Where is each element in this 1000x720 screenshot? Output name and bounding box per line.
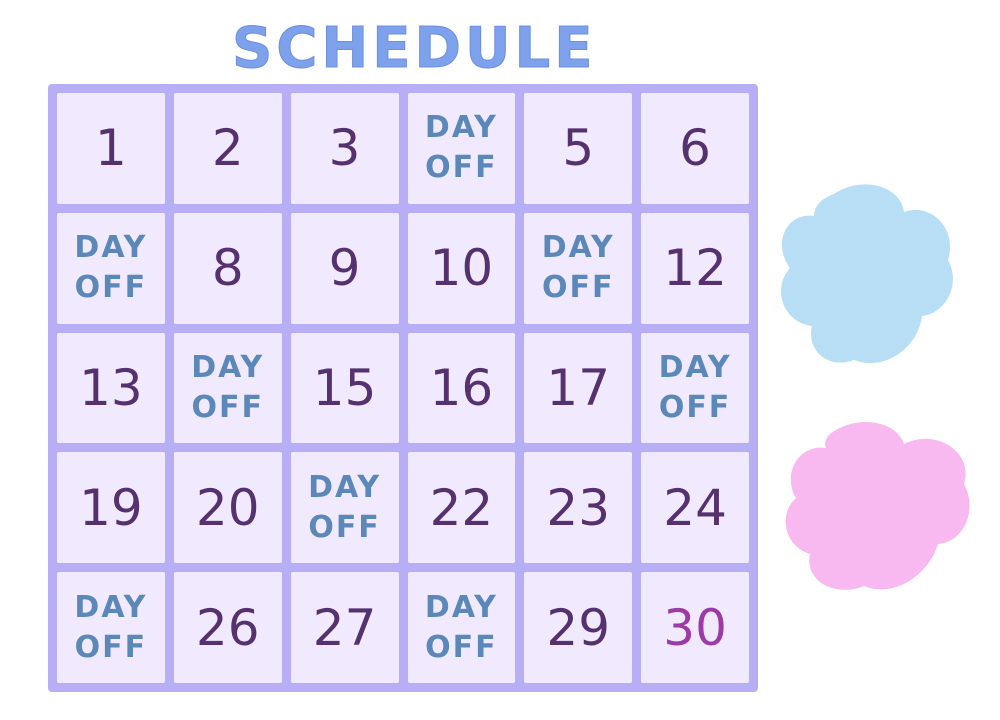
day-off-label: DAY OFF bbox=[308, 469, 382, 545]
pink-color-swatch bbox=[785, 421, 970, 590]
day-number: 6 bbox=[679, 119, 711, 178]
day-number: 10 bbox=[429, 239, 494, 298]
day-off-label: DAY OFF bbox=[658, 349, 732, 425]
day-cell: 19 bbox=[57, 452, 165, 564]
day-cell: 5 bbox=[524, 93, 633, 204]
day-number: 26 bbox=[195, 598, 260, 657]
day-cell: 24 bbox=[641, 452, 749, 564]
day-cell: 16 bbox=[407, 332, 516, 444]
day-number: 9 bbox=[328, 239, 361, 298]
day-cell: 2 bbox=[173, 93, 282, 204]
day-number: 3 bbox=[328, 119, 361, 178]
day-off-cell: DAY OFF bbox=[57, 572, 165, 683]
day-cell: 6 bbox=[641, 93, 749, 204]
schedule-title: SCHEDULE bbox=[232, 16, 597, 82]
day-off-label: DAY OFF bbox=[191, 349, 265, 425]
day-number: 22 bbox=[429, 478, 494, 537]
day-cell: 13 bbox=[57, 332, 165, 444]
day-cell: 8 bbox=[173, 212, 282, 324]
day-number: 2 bbox=[211, 119, 244, 178]
day-off-cell: DAY OFF bbox=[524, 212, 633, 324]
day-cell: 26 bbox=[173, 572, 282, 683]
day-cell: 15 bbox=[290, 332, 399, 444]
day-off-label: DAY OFF bbox=[74, 230, 148, 306]
day-number: 23 bbox=[546, 478, 611, 537]
day-off-cell: DAY OFF bbox=[641, 332, 749, 444]
day-number: 20 bbox=[195, 478, 260, 537]
day-number: 16 bbox=[429, 358, 494, 417]
day-cell: 30 bbox=[641, 572, 749, 683]
day-number: 29 bbox=[546, 598, 611, 657]
day-off-cell: DAY OFF bbox=[407, 572, 516, 683]
day-cell: 9 bbox=[290, 212, 399, 324]
day-number: 24 bbox=[663, 478, 727, 537]
day-number: 12 bbox=[663, 239, 727, 298]
day-cell: 12 bbox=[641, 212, 749, 324]
day-number: 30 bbox=[663, 598, 727, 657]
day-cell: 29 bbox=[524, 572, 633, 683]
day-number: 13 bbox=[79, 358, 143, 417]
day-number: 8 bbox=[211, 239, 244, 298]
day-cell: 1 bbox=[57, 93, 165, 204]
day-off-cell: DAY OFF bbox=[173, 332, 282, 444]
day-cell: 3 bbox=[290, 93, 399, 204]
day-off-label: DAY OFF bbox=[74, 589, 148, 665]
blue-color-swatch bbox=[781, 184, 953, 364]
day-number: 27 bbox=[312, 598, 377, 657]
day-off-cell: DAY OFF bbox=[407, 93, 516, 204]
day-number: 19 bbox=[79, 478, 143, 537]
day-off-cell: DAY OFF bbox=[57, 212, 165, 324]
day-cell: 20 bbox=[173, 452, 282, 564]
day-cell: 10 bbox=[407, 212, 516, 324]
day-off-cell: DAY OFF bbox=[290, 452, 399, 564]
day-off-label: DAY OFF bbox=[424, 110, 498, 186]
day-number: 1 bbox=[95, 119, 127, 178]
day-cell: 17 bbox=[524, 332, 633, 444]
day-number: 17 bbox=[546, 358, 611, 417]
day-number: 5 bbox=[562, 119, 595, 178]
calendar-grid: 1 2 3 DAY OFF 5 6 DAY OFF 8 9 10 DAY OFF 12 13 DAY OF… bbox=[48, 84, 758, 692]
day-cell: 27 bbox=[290, 572, 399, 683]
day-cell: 22 bbox=[407, 452, 516, 564]
day-cell: 23 bbox=[524, 452, 633, 564]
day-number: 15 bbox=[312, 358, 377, 417]
day-off-label: DAY OFF bbox=[541, 230, 615, 306]
day-off-label: DAY OFF bbox=[424, 589, 498, 665]
